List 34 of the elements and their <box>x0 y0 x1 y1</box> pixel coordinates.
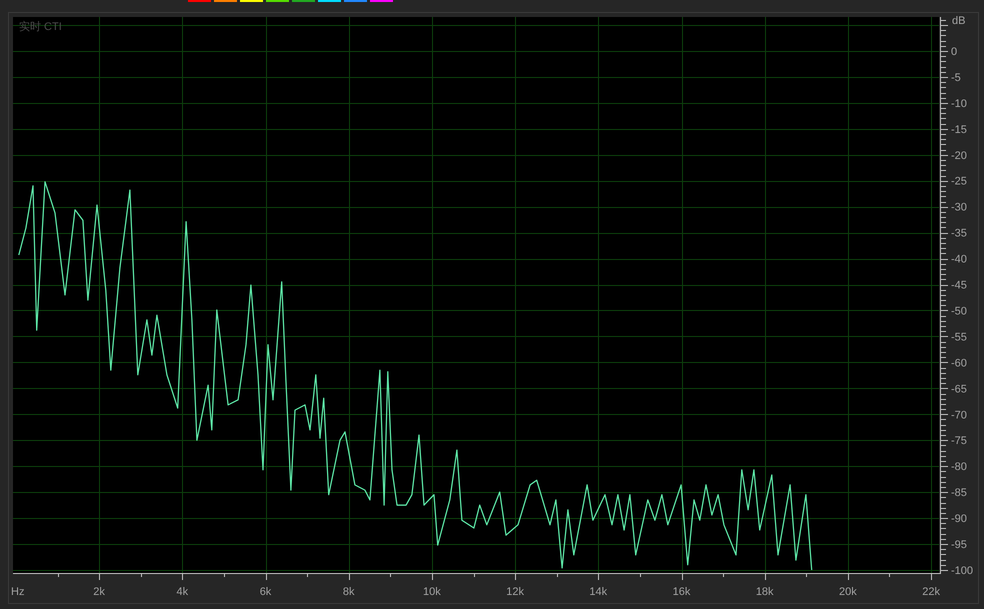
y-tick-label: -20 <box>951 150 967 162</box>
y-tick-label: -95 <box>951 539 967 552</box>
x-tick-label: 8k <box>342 586 355 598</box>
y-tick-label: -10 <box>951 98 967 110</box>
y-tick-label: -5 <box>951 72 961 84</box>
y-tick-label: -55 <box>951 331 967 344</box>
y-tick-label: -15 <box>951 124 967 136</box>
y-tick-label: -50 <box>951 306 967 318</box>
y-tick-label: 0 <box>951 46 958 58</box>
y-tick-label: -90 <box>951 513 967 526</box>
y-tick-label: -70 <box>951 409 967 422</box>
x-tick-label: 6k <box>260 586 272 598</box>
y-tick-label: -80 <box>951 461 967 474</box>
y-tick-label: -40 <box>951 254 967 266</box>
x-tick-label: 22k <box>922 586 940 598</box>
x-tick-label: 12k <box>506 586 524 598</box>
x-tick-label: 14k <box>589 586 608 598</box>
y-tick-label: -75 <box>951 435 967 448</box>
y-axis-label: dB <box>952 15 966 27</box>
y-tick-label: -85 <box>951 487 967 500</box>
x-tick-label: 2k <box>93 586 105 598</box>
y-tick-label: -35 <box>951 228 967 240</box>
y-tick-label: -60 <box>951 357 967 370</box>
x-tick-label: 10k <box>423 586 441 598</box>
x-tick-label: 4k <box>176 586 188 598</box>
y-tick-label: -100 <box>951 565 974 577</box>
y-tick-label: -45 <box>951 280 967 292</box>
x-tick-label: 18k <box>756 586 774 598</box>
x-tick-label: 16k <box>672 586 690 598</box>
x-tick-label: 20k <box>839 586 857 598</box>
y-tick-label: -65 <box>951 383 967 396</box>
y-tick-label: -30 <box>951 202 967 214</box>
y-tick-label: -25 <box>951 176 967 188</box>
x-axis-label: Hz <box>11 586 24 598</box>
